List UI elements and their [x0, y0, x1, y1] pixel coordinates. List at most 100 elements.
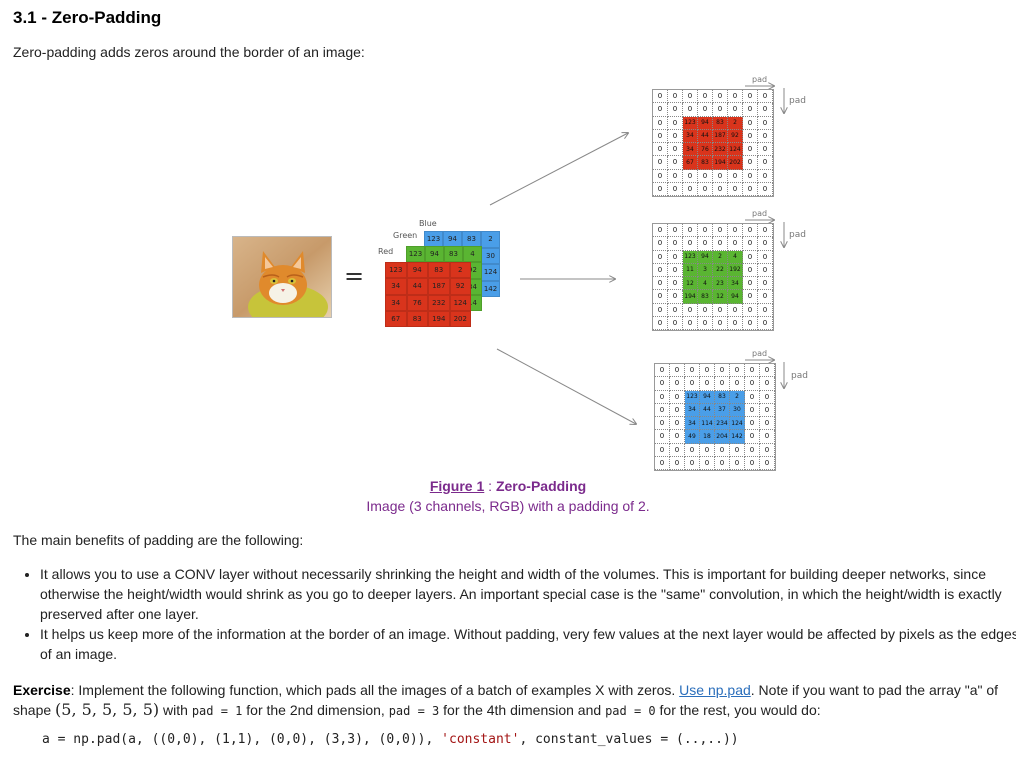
np-pad-link[interactable]: Use np.pad: [679, 682, 751, 698]
matrix-cell: 0: [730, 364, 745, 378]
benefit-item: It helps us keep more of the information…: [40, 624, 1016, 664]
matrix-cell: 0: [728, 237, 743, 251]
matrix-cell: 0: [668, 224, 683, 238]
matrix-cell: 0: [670, 390, 685, 404]
matrix-cell: 0: [743, 316, 758, 330]
matrix-cell: 0: [670, 456, 685, 470]
matrix-cell: 0: [655, 403, 670, 417]
matrix-cell: 0: [745, 390, 760, 404]
matrix-cell: 124: [730, 417, 745, 431]
matrix-cell: 0: [698, 303, 713, 317]
matrix-cell: 0: [760, 430, 775, 444]
matrix-cell: 0: [758, 129, 773, 143]
matrix-cell: 0: [670, 377, 685, 391]
matrix-cell: 34: [685, 417, 700, 431]
matrix-cell: 0: [653, 237, 668, 251]
matrix-cell: 0: [683, 316, 698, 330]
matrix-cell: 123: [683, 116, 698, 130]
matrix-cell: 0: [670, 430, 685, 444]
matrix-cell: 0: [745, 430, 760, 444]
matrix-cell: 0: [700, 443, 715, 457]
arrow-to-blue: [496, 348, 636, 424]
matrix-cell: 0: [668, 316, 683, 330]
pad-0-code: pad = 0: [605, 704, 656, 718]
arrows: [489, 0, 1016, 530]
matrix-cell: 0: [745, 403, 760, 417]
matrix-cell: 0: [760, 364, 775, 378]
matrix-cell: 194: [683, 290, 698, 304]
matrix-cell: 0: [758, 277, 773, 291]
matrix-cell: 0: [698, 224, 713, 238]
matrix-cell: 0: [685, 456, 700, 470]
matrix-cell: 0: [685, 377, 700, 391]
exercise-text: with: [159, 702, 192, 718]
padded-green-matrix: 0 0 0 0 0 0 0 0 0 0 0 0 0 0 0 0 0 0 123 94 2 4 0 0 0 0 11 3 22 192 0 0 0…: [652, 223, 774, 331]
matrix-cell: 0: [728, 182, 743, 196]
matrix-cell: 0: [743, 143, 758, 157]
matrix-cell: 0: [670, 417, 685, 431]
pad-label-top-green: pad: [752, 209, 768, 218]
benefit-item: It allows you to use a CONV layer withou…: [40, 564, 1016, 624]
matrix-cell: 0: [758, 237, 773, 251]
matrix-cell: 94: [700, 390, 715, 404]
matrix-cell: 0: [758, 116, 773, 130]
matrix-cell: 0: [700, 364, 715, 378]
zero-padding-figure: = Blue Green Red 123 94 83 2 30 124 142 123 94 8…: [0, 0, 1016, 530]
matrix-cell: 0: [713, 237, 728, 251]
matrix-cell: 0: [685, 443, 700, 457]
matrix-cell: 0: [713, 303, 728, 317]
matrix-cell: 0: [698, 169, 713, 183]
figure-link[interactable]: Figure 1: [430, 478, 484, 494]
matrix-cell: 0: [653, 182, 668, 196]
matrix-cell: 124: [728, 143, 743, 157]
shape-math: (5, 5, 5, 5, 5): [55, 700, 160, 719]
matrix-cell: 0: [743, 116, 758, 130]
matrix-cell: 0: [758, 169, 773, 183]
figure-caption: Figure 1 : Zero-Padding: [0, 478, 1016, 494]
matrix-cell: 0: [668, 143, 683, 157]
matrix-cell: 0: [713, 224, 728, 238]
matrix-cell: 0: [653, 290, 668, 304]
pad-label-side-blue: pad: [791, 371, 808, 381]
matrix-cell: 2: [730, 390, 745, 404]
matrix-cell: 0: [683, 303, 698, 317]
matrix-cell: 2: [713, 250, 728, 264]
matrix-cell: 0: [668, 303, 683, 317]
matrix-cell: 76: [698, 143, 713, 157]
matrix-cell: 0: [743, 303, 758, 317]
matrix-cell: 0: [760, 403, 775, 417]
matrix-cell: 0: [655, 430, 670, 444]
code-suffix: , constant_values = (..,..)): [519, 732, 739, 747]
matrix-cell: 0: [698, 90, 713, 104]
matrix-cell: 0: [743, 224, 758, 238]
matrix-cell: 0: [715, 377, 730, 391]
matrix-cell: 0: [758, 143, 773, 157]
pad-label-side-green: pad: [789, 230, 806, 240]
matrix-cell: 34: [685, 403, 700, 417]
matrix-cell: 94: [698, 116, 713, 130]
matrix-cell: 0: [758, 263, 773, 277]
matrix-cell: 0: [728, 103, 743, 117]
matrix-cell: 30: [730, 403, 745, 417]
matrix-cell: 234: [715, 417, 730, 431]
matrix-cell: 0: [730, 456, 745, 470]
matrix-cell: 44: [698, 129, 713, 143]
matrix-cell: 0: [683, 169, 698, 183]
matrix-cell: 0: [715, 456, 730, 470]
matrix-cell: 0: [670, 364, 685, 378]
matrix-cell: 83: [698, 156, 713, 170]
matrix-cell: 0: [655, 364, 670, 378]
pad-label-top-red: pad: [752, 75, 768, 84]
matrix-cell: 0: [760, 456, 775, 470]
code-prefix: a = np.pad(a, ((0,0), (1,1), (0,0), (3,3…: [42, 732, 442, 747]
matrix-cell: 0: [728, 224, 743, 238]
matrix-cell: 0: [743, 182, 758, 196]
matrix-cell: 142: [730, 430, 745, 444]
matrix-cell: 0: [653, 303, 668, 317]
matrix-cell: 83: [698, 290, 713, 304]
matrix-cell: 0: [743, 263, 758, 277]
matrix-cell: 0: [653, 250, 668, 264]
matrix-cell: 202: [728, 156, 743, 170]
matrix-cell: 22: [713, 263, 728, 277]
matrix-cell: 0: [728, 169, 743, 183]
